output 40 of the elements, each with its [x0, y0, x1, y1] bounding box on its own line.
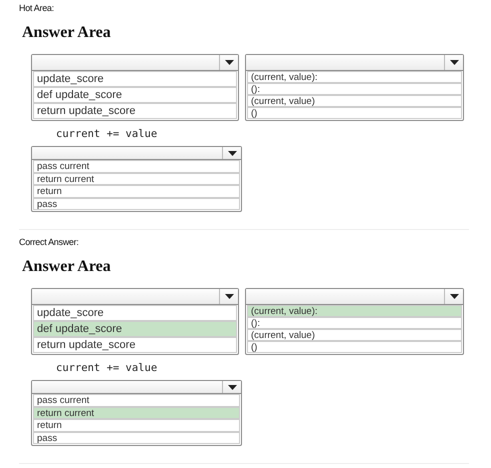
dropdown-field[interactable]	[32, 381, 241, 394]
dropdown-option[interactable]: pass current	[33, 394, 240, 406]
dropdown-option[interactable]: ():	[247, 317, 462, 329]
dropdown-option[interactable]: return current	[33, 172, 240, 185]
dropdown-option[interactable]: pass	[33, 198, 240, 210]
dropdown-field[interactable]	[246, 55, 463, 71]
dropdown-field[interactable]	[246, 289, 463, 305]
dropdown-option[interactable]: update_score	[33, 71, 237, 87]
dropdown-option[interactable]: return update_score	[33, 103, 237, 119]
dropdown-option[interactable]: (current, value):	[247, 305, 462, 317]
code-line: current += value	[56, 128, 158, 140]
caret-icon	[228, 384, 236, 390]
dropdown-option[interactable]: pass current	[33, 160, 240, 172]
dropdown-option[interactable]: pass	[33, 432, 240, 444]
dropdown-option[interactable]: return update_score	[33, 337, 237, 353]
dropdown-option[interactable]: (current, value)	[247, 95, 462, 107]
dropdown-option[interactable]: return	[33, 419, 240, 432]
section-label: Hot Area:	[19, 3, 55, 13]
answer-area-heading: Answer Area	[22, 24, 112, 42]
caret-icon	[224, 294, 234, 299]
dropdown-option[interactable]: (current, value):	[247, 71, 462, 83]
answer-area-heading: Answer Area	[22, 258, 112, 276]
dropdown-option[interactable]: ()	[247, 341, 462, 353]
dropdown-option[interactable]: return current	[33, 406, 240, 419]
section-label: Correct Answer:	[19, 237, 80, 247]
caret-icon	[450, 60, 458, 65]
caret-icon	[224, 60, 234, 65]
dropdown-field[interactable]	[32, 55, 238, 71]
caret-icon	[450, 294, 458, 299]
caret-icon	[228, 150, 236, 156]
dropdown-field[interactable]	[32, 289, 238, 305]
dropdown-option[interactable]: (current, value)	[247, 329, 462, 341]
dropdown-field[interactable]	[32, 147, 241, 160]
dropdown-option[interactable]: def update_score	[33, 87, 237, 103]
dropdown-option[interactable]: def update_score	[33, 321, 237, 337]
dropdown-option[interactable]: ():	[247, 83, 462, 95]
dropdown-option[interactable]: ()	[247, 107, 462, 119]
dropdown-option[interactable]: update_score	[33, 305, 237, 321]
dropdown-option[interactable]: return	[33, 185, 240, 198]
code-line: current += value	[56, 362, 158, 374]
